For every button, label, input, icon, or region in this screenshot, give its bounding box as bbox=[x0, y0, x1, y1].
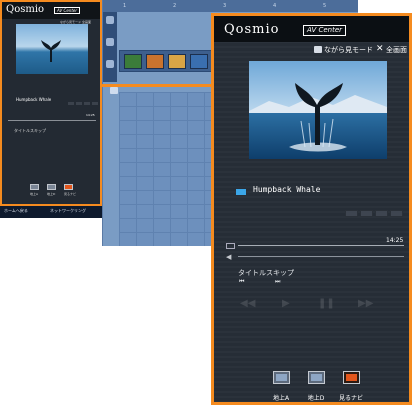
app-header: Qosmio AV Center bbox=[214, 16, 409, 42]
title-skip-label: タイトルスキップ bbox=[238, 269, 294, 277]
back-seek-bar[interactable] bbox=[8, 120, 96, 121]
volume-icon: ◀ bbox=[226, 253, 232, 261]
back-video-screen[interactable] bbox=[16, 24, 88, 74]
digital-tv-label: 地上D bbox=[307, 395, 325, 402]
back-control-chips[interactable] bbox=[68, 102, 98, 105]
tv-screen-icon bbox=[311, 374, 322, 381]
download-icon[interactable] bbox=[110, 87, 118, 94]
clock-time: 14:25 bbox=[386, 237, 404, 244]
screenshot-stage: 1 2 3 4 5 Qosmio AV Center ながら見モード 全画面 H… bbox=[0, 0, 416, 413]
digital-tv-button[interactable] bbox=[47, 184, 56, 190]
av-center-badge: AV Center bbox=[303, 25, 347, 36]
forward-icon: ▶▶ bbox=[358, 298, 374, 309]
toolbar-tick: 1 bbox=[123, 3, 127, 9]
navi-button[interactable] bbox=[64, 184, 73, 190]
control-chip[interactable] bbox=[345, 210, 358, 217]
navi-contents-label: 見るナビ コンテンツ bbox=[338, 395, 363, 402]
skip-next-button[interactable]: ⏭ bbox=[275, 278, 280, 286]
rewind-icon: ◀◀ bbox=[240, 298, 256, 309]
tv-icon[interactable] bbox=[106, 16, 114, 24]
button-label: 地上D bbox=[47, 192, 56, 196]
channel-icon bbox=[236, 189, 246, 195]
pause-icon: ❚❚ bbox=[318, 298, 335, 309]
seek-icon bbox=[226, 243, 235, 249]
disabled-controls: ◀◀ ▶ ❚❚ ▶▶ bbox=[234, 288, 404, 328]
back-av-center-panel: Qosmio AV Center ながら見モード 全画面 Humpback Wh… bbox=[0, 0, 102, 206]
control-chip[interactable] bbox=[360, 210, 373, 217]
window-mode-icon[interactable] bbox=[314, 46, 322, 53]
toolbar-tick: 2 bbox=[173, 3, 177, 9]
analog-tv-button[interactable] bbox=[273, 371, 290, 384]
skip-previous-button[interactable]: ⏮ bbox=[239, 278, 244, 286]
folder-icon[interactable] bbox=[106, 60, 114, 68]
av-center-window: Qosmio AV Center ながら見モード ✕ 全画面 Humpback … bbox=[211, 13, 412, 405]
volume-slider[interactable] bbox=[238, 256, 404, 257]
seek-bar[interactable] bbox=[238, 245, 404, 246]
toolbar-tick: 3 bbox=[223, 3, 227, 9]
tv-screen-icon bbox=[276, 374, 287, 381]
thumbnail[interactable] bbox=[124, 54, 142, 69]
back-program-title: Humpback Whale bbox=[16, 97, 52, 102]
background-toolbar: 1 2 3 4 5 bbox=[103, 0, 358, 12]
back-skip-label: タイトルスキップ bbox=[14, 128, 46, 133]
qosmio-logo: Qosmio bbox=[6, 4, 45, 15]
disc-icon[interactable] bbox=[106, 38, 114, 46]
navi-contents-button[interactable] bbox=[343, 371, 360, 384]
toolbar-tick: 5 bbox=[323, 3, 327, 9]
view-toolbar: ながら見モード ✕ 全画面 bbox=[214, 42, 409, 58]
analog-tv-button[interactable] bbox=[30, 184, 39, 190]
control-chips bbox=[345, 210, 403, 218]
toolbar-tick: 4 bbox=[273, 3, 277, 9]
orange-divider bbox=[102, 84, 224, 87]
nagara-mode-button[interactable]: ながら見モード bbox=[324, 45, 373, 55]
button-label: 地上A bbox=[30, 192, 39, 196]
analog-tv-label: 地上A bbox=[272, 395, 290, 402]
fullscreen-button[interactable]: 全画面 bbox=[386, 45, 407, 55]
play-icon: ▶ bbox=[282, 298, 290, 309]
program-title: Humpback Whale bbox=[253, 185, 321, 194]
thumbnail[interactable] bbox=[168, 54, 186, 69]
background-side-column bbox=[103, 12, 117, 82]
back-bottom-buttons: 地上A 地上D 見るナビ bbox=[30, 184, 80, 196]
back-header: Qosmio AV Center bbox=[2, 2, 100, 19]
network-link[interactable]: ネットワークリング bbox=[50, 208, 86, 214]
digital-tv-button[interactable] bbox=[308, 371, 325, 384]
control-chip[interactable] bbox=[375, 210, 388, 217]
button-label: 見るナビ bbox=[64, 192, 77, 196]
qosmio-logo: Qosmio bbox=[224, 22, 280, 37]
whale-photo bbox=[249, 61, 387, 159]
thumbnail[interactable] bbox=[190, 54, 208, 69]
back-footer-bar: ホームへ戻る ネットワークリング bbox=[0, 206, 102, 218]
navi-screen-icon bbox=[346, 374, 357, 381]
fullscreen-icon[interactable]: ✕ bbox=[376, 45, 385, 54]
video-screen[interactable] bbox=[249, 61, 387, 159]
whale-tail-icon bbox=[41, 40, 61, 62]
control-chip[interactable] bbox=[390, 210, 403, 217]
home-link[interactable]: ホームへ戻る bbox=[4, 208, 28, 214]
back-time: 14:25 bbox=[86, 113, 95, 117]
av-center-badge: AV Center bbox=[54, 7, 81, 14]
thumbnail[interactable] bbox=[146, 54, 164, 69]
